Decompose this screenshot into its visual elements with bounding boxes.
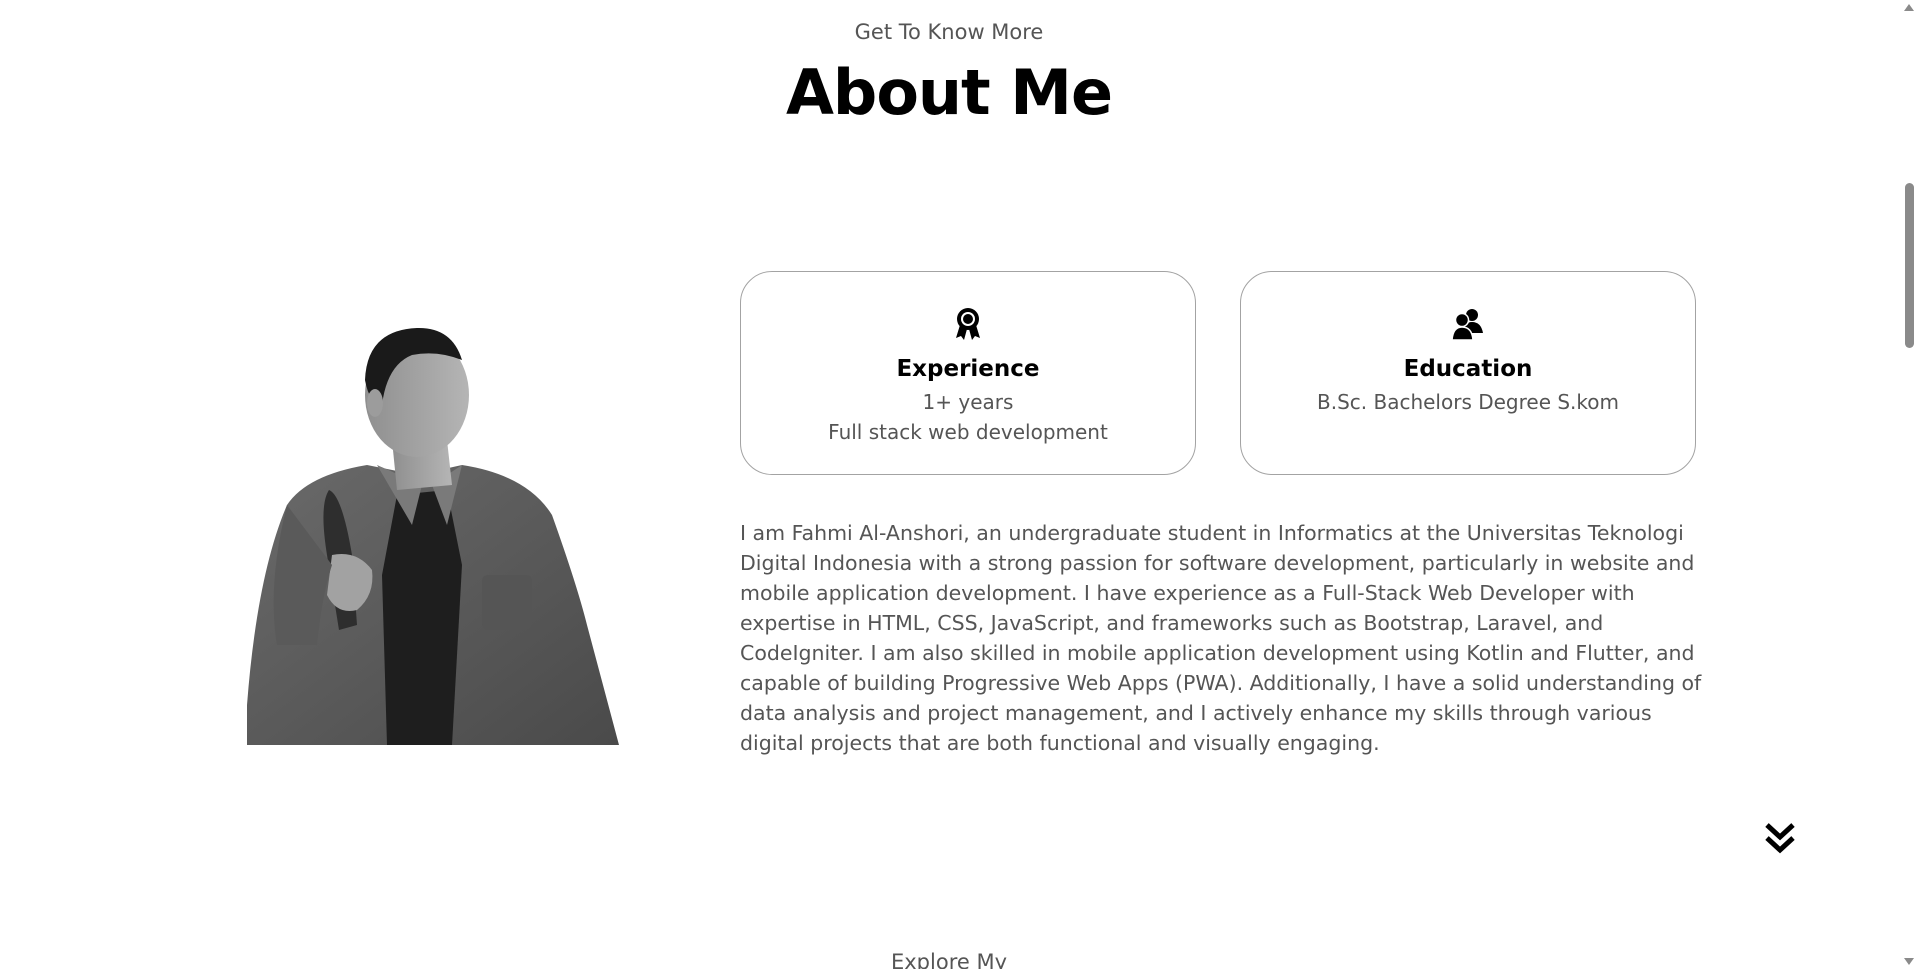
scrollbar-thumb[interactable] <box>1905 183 1914 348</box>
section-title: About Me <box>785 56 1113 129</box>
scroll-down-arrow-icon[interactable] <box>1904 958 1914 965</box>
about-section: Get To Know More About Me Experience 1+ … <box>0 0 1918 969</box>
experience-field: Full stack web development <box>828 420 1108 444</box>
education-degree: B.Sc. Bachelors Degree S.kom <box>1316 390 1620 414</box>
award-ribbon-icon <box>741 307 1195 341</box>
education-card: Education B.Sc. Bachelors Degree S.kom <box>1240 271 1696 475</box>
experience-duration: 1+ years <box>922 390 1014 414</box>
profile-photo <box>247 325 619 745</box>
page-scrollbar[interactable] <box>1900 0 1918 969</box>
scroll-up-arrow-icon[interactable] <box>1904 4 1914 11</box>
education-title: Education <box>1403 356 1533 382</box>
experience-title: Experience <box>896 356 1040 382</box>
experience-card: Experience 1+ years Full stack web devel… <box>740 271 1196 475</box>
double-chevron-down-icon[interactable] <box>1762 820 1798 856</box>
users-icon <box>1241 307 1695 341</box>
next-section-subtitle: Explore My <box>890 950 1008 969</box>
section-subtitle: Get To Know More <box>854 20 1044 44</box>
about-bio: I am Fahmi Al-Anshori, an undergraduate … <box>740 521 1702 755</box>
